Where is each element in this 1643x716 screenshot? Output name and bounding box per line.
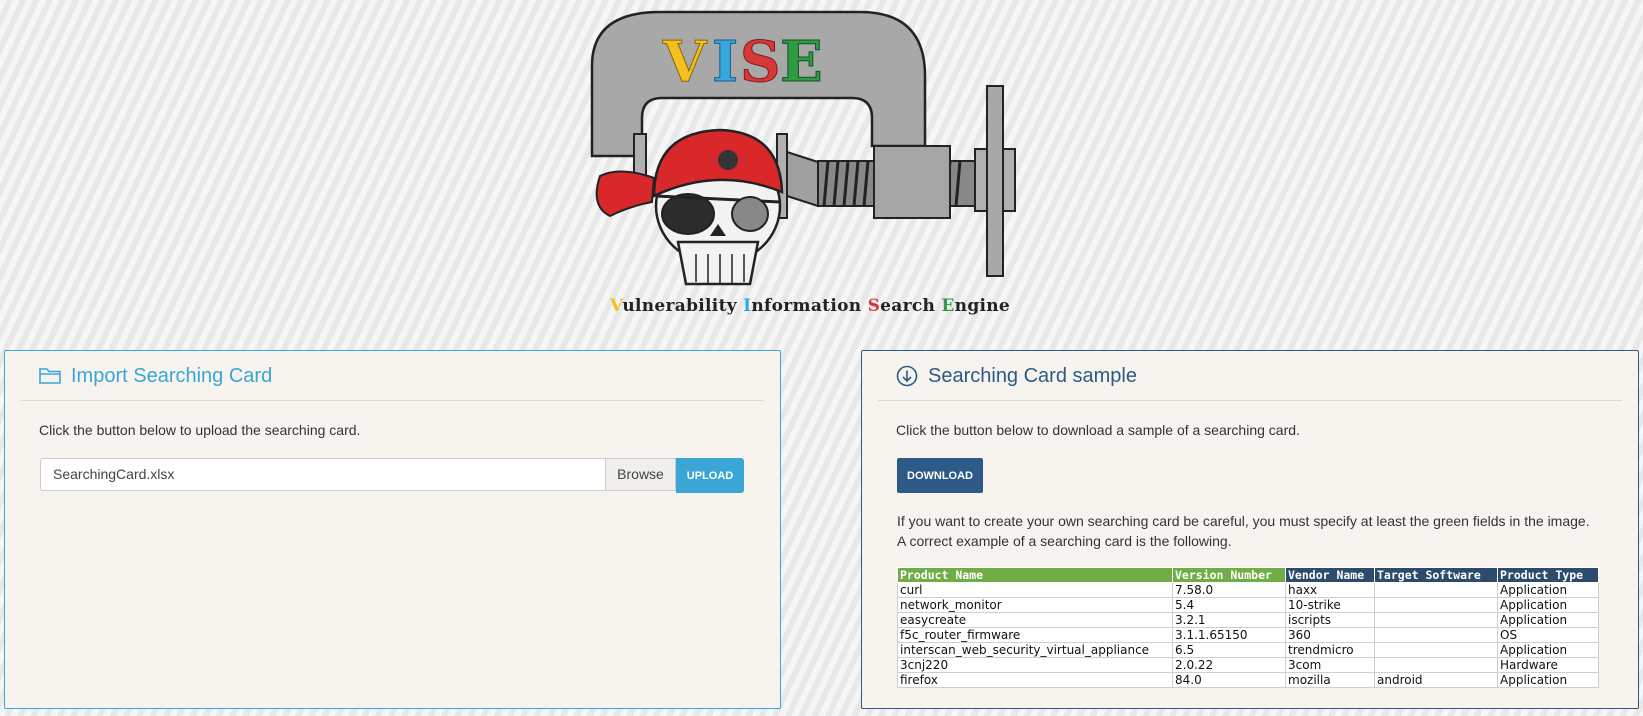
table-cell: network_monitor xyxy=(897,597,1173,613)
table-cell: 3com xyxy=(1285,657,1375,673)
file-upload-group: SearchingCard.xlsx Browse UPLOAD xyxy=(40,458,746,493)
logo-subtitle: Vulnerability Information Search Engine xyxy=(609,296,1011,316)
sample-intro-text: Click the button below to download a sam… xyxy=(896,422,1300,438)
table-row: interscan_web_security_virtual_appliance… xyxy=(897,642,1599,658)
table-row: network_monitor 5.4 10-strike Applicatio… xyxy=(897,597,1599,613)
import-panel-title: Import Searching Card xyxy=(71,365,273,387)
table-cell: 3cnj220 xyxy=(897,657,1173,673)
table-cell: 3.1.1.65150 xyxy=(1172,627,1286,643)
table-cell xyxy=(1374,627,1498,643)
table-cell: 7.58.0 xyxy=(1172,582,1286,598)
table-cell: 2.0.22 xyxy=(1172,657,1286,673)
sample-table-header-row: Product Name Version Number Vendor Name … xyxy=(897,567,1599,583)
table-cell: f5c_router_firmware xyxy=(897,627,1173,643)
folder-icon xyxy=(39,365,61,387)
table-row: curl 7.58.0 haxx Application xyxy=(897,582,1599,598)
table-cell: mozilla xyxy=(1285,672,1375,688)
table-cell: 10-strike xyxy=(1285,597,1375,613)
table-cell: 3.2.1 xyxy=(1172,612,1286,628)
table-cell: haxx xyxy=(1285,582,1375,598)
table-cell: firefox xyxy=(897,672,1173,688)
table-cell: easycreate xyxy=(897,612,1173,628)
table-cell xyxy=(1374,612,1498,628)
svg-text:V: V xyxy=(662,29,708,95)
table-cell: interscan_web_security_virtual_appliance xyxy=(897,642,1173,658)
svg-text:E: E xyxy=(780,29,823,95)
table-cell: android xyxy=(1374,672,1498,688)
svg-text:I: I xyxy=(712,29,738,95)
table-cell: Application xyxy=(1497,612,1599,628)
table-cell xyxy=(1374,597,1498,613)
table-cell: 5.4 xyxy=(1172,597,1286,613)
table-cell xyxy=(1374,657,1498,673)
col-version-number: Version Number xyxy=(1172,567,1286,583)
import-panel-header: Import Searching Card xyxy=(21,351,764,401)
table-row: 3cnj220 2.0.22 3com Hardware xyxy=(897,657,1599,673)
table-cell: Application xyxy=(1497,582,1599,598)
table-cell xyxy=(1374,582,1498,598)
table-row: easycreate 3.2.1 iscripts Application xyxy=(897,612,1599,628)
table-cell: trendmicro xyxy=(1285,642,1375,658)
download-circle-icon xyxy=(896,365,918,387)
vise-logo: V I S E xyxy=(590,6,1050,321)
import-intro-text: Click the button below to upload the sea… xyxy=(39,422,361,438)
browse-button[interactable]: Browse xyxy=(605,458,676,491)
table-cell: Application xyxy=(1497,672,1599,688)
table-row: f5c_router_firmware 3.1.1.65150 360 OS xyxy=(897,627,1599,643)
table-cell xyxy=(1374,642,1498,658)
sample-note: If you want to create your own searching… xyxy=(897,511,1590,551)
col-product-name: Product Name xyxy=(897,567,1173,583)
download-button[interactable]: DOWNLOAD xyxy=(897,458,983,493)
table-cell: OS xyxy=(1497,627,1599,643)
svg-text:S: S xyxy=(740,29,780,95)
searching-card-sample-panel: Searching Card sample Click the button b… xyxy=(861,350,1639,709)
sample-note-line-1: If you want to create your own searching… xyxy=(897,513,1590,529)
sample-card-table: Product Name Version Number Vendor Name … xyxy=(897,567,1599,688)
col-target-software: Target Software xyxy=(1374,567,1498,583)
upload-button[interactable]: UPLOAD xyxy=(676,458,744,493)
table-cell: 84.0 xyxy=(1172,672,1286,688)
sample-panel-header: Searching Card sample xyxy=(878,351,1622,401)
sample-panel-title: Searching Card sample xyxy=(928,365,1137,387)
col-vendor-name: Vendor Name xyxy=(1285,567,1375,583)
file-name-field[interactable]: SearchingCard.xlsx xyxy=(40,458,605,491)
table-cell: 360 xyxy=(1285,627,1375,643)
table-cell: Application xyxy=(1497,642,1599,658)
table-cell: 6.5 xyxy=(1172,642,1286,658)
table-cell: Hardware xyxy=(1497,657,1599,673)
table-row: firefox 84.0 mozilla android Application xyxy=(897,672,1599,688)
col-product-type: Product Type xyxy=(1497,567,1599,583)
table-cell: curl xyxy=(897,582,1173,598)
table-cell: Application xyxy=(1497,597,1599,613)
import-searching-card-panel: Import Searching Card Click the button b… xyxy=(4,350,781,709)
sample-note-line-2: A correct example of a searching card is… xyxy=(897,533,1232,549)
table-cell: iscripts xyxy=(1285,612,1375,628)
